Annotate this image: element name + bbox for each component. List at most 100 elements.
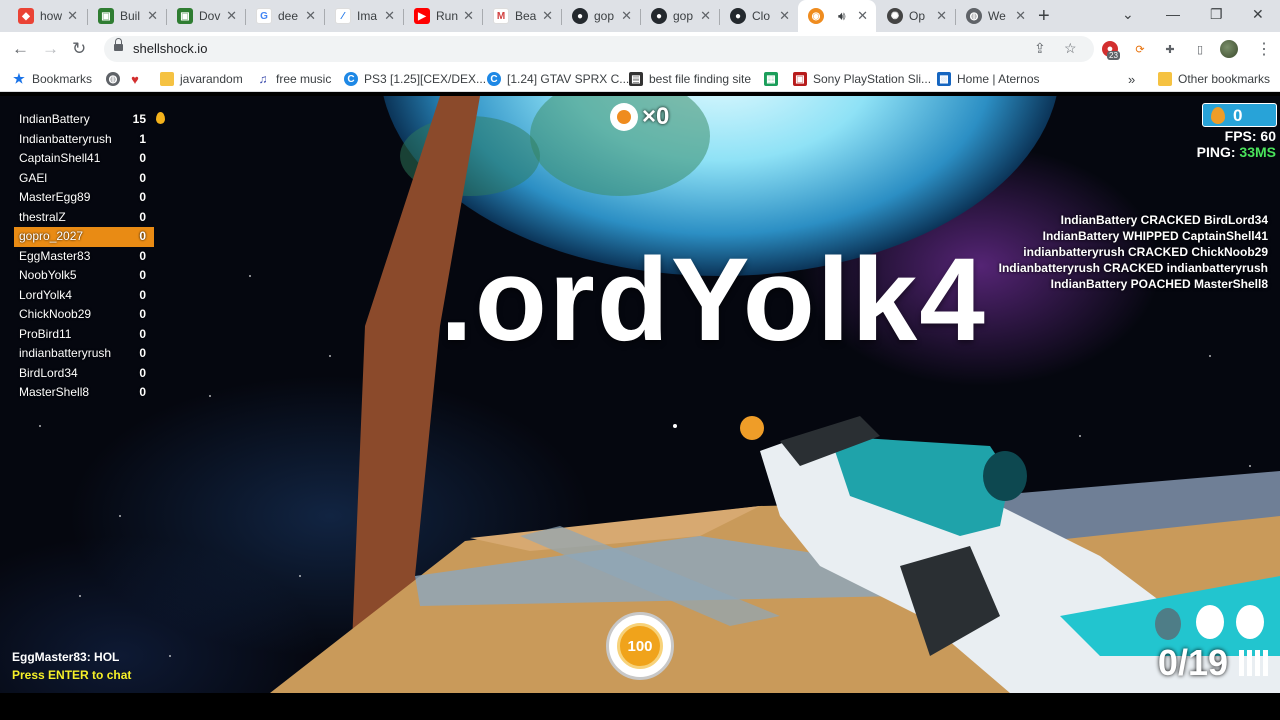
close-icon[interactable]: ✕ (621, 9, 632, 23)
bookmark-item[interactable]: ★ Bookmarks (12, 71, 92, 86)
leaderboard-row: IndianBattery 15 (14, 110, 154, 130)
kill-feed: IndianBattery CRACKED BirdLord34 IndianB… (999, 213, 1268, 293)
share-icon[interactable]: ⇪ (1034, 40, 1046, 57)
star-icon[interactable]: ☆ (1064, 40, 1077, 57)
bookmark-item[interactable]: ◍ (106, 72, 126, 86)
browser-tab[interactable]: ✺ Op ✕ (877, 0, 955, 32)
menu-icon[interactable]: ⋮ (1256, 39, 1272, 59)
bookmark-item[interactable]: ▣ Sony PlayStation Sli... (793, 72, 931, 86)
player-score: 0 (139, 346, 146, 360)
close-icon[interactable]: ✕ (147, 9, 158, 23)
puzzle-icon[interactable]: ✚ (1162, 41, 1178, 57)
close-icon[interactable]: ✕ (700, 9, 711, 23)
game-scene (39, 96, 1280, 693)
player-name: GAEl (19, 170, 48, 185)
player-name: IndianBattery (19, 112, 90, 126)
browser-tab[interactable]: ▣ Buil ✕ (88, 0, 166, 32)
bookmark-item[interactable]: ▦ (764, 72, 784, 86)
player-name: LordYolk4 (19, 287, 72, 302)
browser-tab[interactable]: ● Clo ✕ (720, 0, 798, 32)
browser-tab[interactable]: ● gop ✕ (641, 0, 719, 32)
close-icon[interactable]: ✕ (857, 9, 868, 23)
egg-currency[interactable]: 0 (1202, 103, 1277, 127)
browser-tab[interactable]: ◆ how ✕ (8, 0, 86, 32)
reload-icon[interactable]: ↻ (72, 39, 86, 59)
player-score: 0 (139, 385, 146, 399)
tab-title: We (988, 9, 1006, 23)
browser-tab[interactable]: ● gop ✕ (562, 0, 640, 32)
browser-tab[interactable]: ▣ Dov ✕ (167, 0, 245, 32)
url-text[interactable]: shellshock.io (133, 41, 207, 56)
leaderboard-row: EggMaster83 0 (14, 247, 154, 267)
tab-title: Clo (752, 9, 771, 23)
player-score: 15 (132, 112, 146, 126)
bookmark-item[interactable]: ♫ free music (256, 72, 332, 86)
crosshair (673, 424, 677, 428)
bookmark-item[interactable]: ▤ best file finding site (629, 72, 751, 86)
browser-tab[interactable]: ⁄ Ima ✕ (325, 0, 403, 32)
ammo-bars-icon (1236, 650, 1268, 676)
bookmark-label: PS3 [1.25][CEX/DEX... (364, 72, 487, 86)
more-bookmarks-icon[interactable]: » (1128, 72, 1135, 87)
extension-badge: 23 (1107, 51, 1120, 60)
player-score: 0 (139, 151, 146, 165)
address-bar[interactable]: shellshock.io ⇪ ☆ (104, 36, 1094, 62)
avatar[interactable] (1220, 40, 1238, 58)
forward-icon[interactable]: → (42, 39, 59, 59)
close-icon[interactable]: ✕ (67, 9, 78, 23)
player-name: ChickNoob29 (19, 307, 92, 321)
browser-tab-active[interactable]: ◉ 🔊︎ ✕ (798, 0, 876, 32)
youtube-icon: ▶ (414, 8, 430, 24)
close-icon[interactable]: ✕ (384, 9, 395, 23)
browser-tab[interactable]: ◍ We ✕ (956, 0, 1034, 32)
browser-tab[interactable]: G dee ✕ (246, 0, 324, 32)
browser-tab[interactable]: ▶ Run ✕ (404, 0, 482, 32)
close-icon[interactable]: ✕ (1015, 9, 1026, 23)
close-window-icon[interactable]: ✕ (1252, 6, 1264, 23)
tab-title: Dov (199, 9, 221, 23)
folder-icon (1158, 72, 1172, 86)
bookmark-item[interactable]: Other bookmarks (1158, 72, 1270, 86)
globe-icon: ◍ (966, 8, 982, 24)
player-name: thestralZ (19, 209, 66, 224)
close-icon[interactable]: ✕ (226, 9, 237, 23)
player-name: gopro_2027 (19, 229, 84, 243)
kill-feed-entry: IndianBattery CRACKED BirdLord34 (1060, 213, 1268, 227)
leaderboard: IndianBattery 15 Indianbatteryrush 1 Capta… (14, 110, 154, 403)
tab-search-icon[interactable]: ⌄ (1122, 6, 1134, 23)
bookmark-item[interactable]: C [1.24] GTAV SPRX C... (487, 72, 629, 86)
speaker-icon[interactable]: 🔊︎ (838, 9, 846, 24)
sidepanel-icon[interactable]: ▯ (1192, 41, 1208, 57)
close-icon[interactable]: ✕ (542, 9, 553, 23)
ping-label: PING: (1196, 144, 1236, 160)
close-icon[interactable]: ✕ (463, 9, 474, 23)
ammo-counter: 0/19 (1158, 642, 1268, 684)
close-icon[interactable]: ✕ (305, 9, 316, 23)
close-icon[interactable]: ✕ (779, 9, 790, 23)
back-icon[interactable]: ← (12, 39, 29, 59)
game-canvas[interactable] (0, 96, 1280, 693)
browser-tab[interactable]: M Bea ✕ (483, 0, 561, 32)
new-tab-button[interactable]: + (1038, 5, 1050, 28)
player-name: Indianbatteryrush (19, 131, 112, 146)
bookmark-label: javarandom (180, 72, 243, 86)
window-bottom (0, 693, 1280, 720)
close-icon[interactable]: ✕ (936, 9, 947, 23)
minimize-icon[interactable]: — (1166, 6, 1180, 22)
fps-readout: FPS: 60 (1224, 128, 1276, 144)
bookmark-item[interactable]: javarandom (160, 72, 243, 86)
kill-feed-entry: indianbatteryrush CRACKED ChickNoob29 (1023, 245, 1268, 259)
bookmark-item[interactable]: C PS3 [1.25][CEX/DEX... (344, 72, 486, 86)
extension-icon[interactable]: ⟳ (1132, 41, 1148, 57)
chat-box[interactable]: EggMaster83: HOL Press ENTER to chat (12, 648, 131, 684)
player-score: 0 (139, 326, 146, 341)
leaderboard-row: GAEl 0 (14, 169, 154, 189)
bookmark-item[interactable]: ♥ (128, 72, 148, 87)
leaderboard-row: LordYolk4 0 (14, 286, 154, 306)
bookmark-item[interactable]: ▩ Home | Aternos (937, 72, 1040, 86)
restore-icon[interactable]: ❐ (1210, 6, 1223, 23)
grenade-icons (1155, 605, 1264, 640)
player-score: 0 (139, 229, 146, 243)
player-score: 0 (139, 268, 146, 282)
lock-icon[interactable] (114, 38, 123, 51)
